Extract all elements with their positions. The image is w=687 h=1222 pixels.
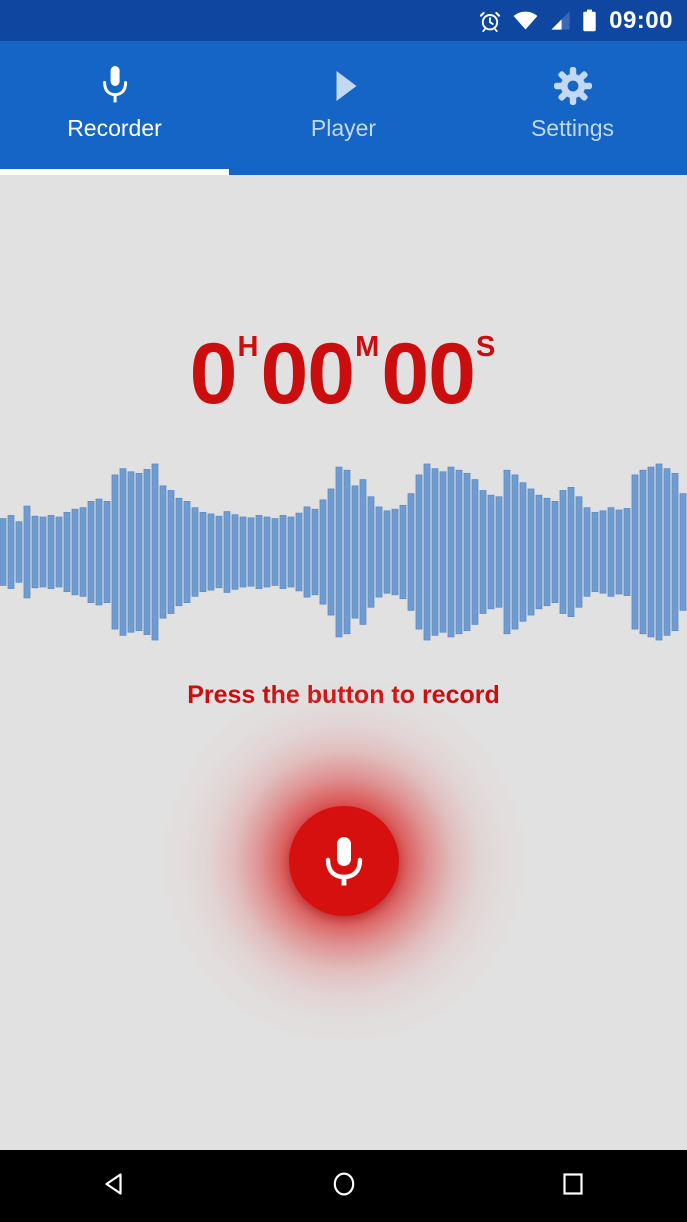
record-button-area [163,680,525,1042]
android-nav-bar [0,1150,687,1222]
status-bar-clock: 09:00 [609,6,673,34]
tab-settings-label: Settings [530,115,615,141]
timer-minutes: 00 [260,326,355,422]
microphone-icon [98,63,132,109]
recording-timer: 0H00M00S [0,331,687,417]
home-button[interactable] [229,1150,458,1222]
cell-signal-icon [549,10,571,32]
circle-icon [328,1168,360,1205]
tab-player-label: Player [310,115,377,141]
timer-seconds-unit: S [475,331,496,363]
waveform-visualizer [0,462,687,642]
square-icon [557,1168,589,1205]
wifi-icon [513,10,538,32]
recorder-screen: 0H00M00S Press the button to record [0,175,687,1150]
status-bar: 09:00 [0,0,687,41]
timer-hours-unit: H [237,331,259,363]
timer-seconds: 00 [381,326,476,422]
microphone-icon [318,829,370,894]
tab-recorder-label: Recorder [67,115,162,141]
tab-player[interactable]: Player [229,41,458,175]
triangle-left-icon [99,1168,131,1205]
tab-recorder[interactable]: Recorder [0,41,229,175]
gear-icon [553,63,593,109]
phone-screen: 09:00 Recorder Player Settings 0H00M00S … [0,0,687,1222]
timer-hours: 0 [189,326,238,422]
tab-settings[interactable]: Settings [458,41,687,175]
recents-button[interactable] [458,1150,687,1222]
battery-icon [582,9,597,32]
tab-bar: Recorder Player Settings [0,41,687,175]
record-button[interactable] [289,806,399,916]
back-button[interactable] [0,1150,229,1222]
play-icon [327,63,361,109]
alarm-clock-icon [478,9,502,33]
timer-minutes-unit: M [355,331,380,363]
waveform-bars [0,463,687,641]
